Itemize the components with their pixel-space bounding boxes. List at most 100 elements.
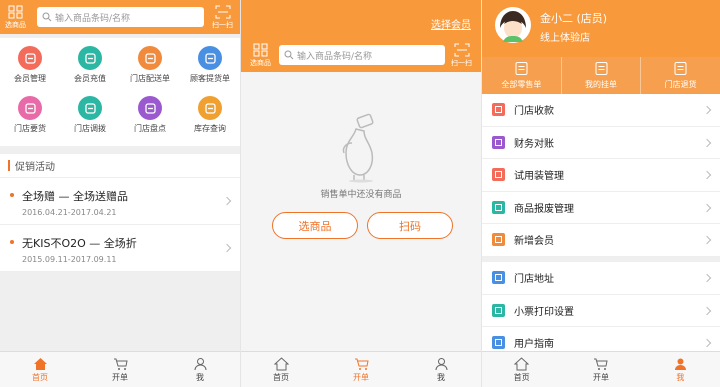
search-input[interactable]: 输入商品条码/名称 xyxy=(37,7,204,27)
menu-item[interactable]: 财务对账 xyxy=(482,127,720,159)
grid-item[interactable]: 顾客提货单 xyxy=(180,46,240,92)
promo-title: 促销活动 xyxy=(15,162,55,173)
promo-item-date: 2016.04.21-2017.04.21 xyxy=(22,208,117,217)
tab-home[interactable]: 首页 xyxy=(241,352,321,387)
empty-bottle-illustration xyxy=(342,113,374,183)
calendar-icon xyxy=(595,62,607,75)
stat-label: 门店退货 xyxy=(664,80,697,89)
receipt-icon xyxy=(198,46,222,70)
scan-icon xyxy=(215,5,230,19)
promo-item[interactable]: 全场赠 — 全场送赠品 2016.04.21-2017.04.21 xyxy=(0,178,240,225)
menu-item[interactable]: 商品报废管理 xyxy=(482,192,720,224)
chevron-right-icon xyxy=(702,170,712,180)
grid-item[interactable]: 门店调拨 xyxy=(60,96,120,142)
tab-home[interactable]: 首页 xyxy=(482,352,561,387)
menu-item-icon xyxy=(492,168,505,182)
menu-item-icon xyxy=(492,233,505,247)
avatar xyxy=(495,7,531,43)
tab-order[interactable]: 开单 xyxy=(80,352,160,387)
chevron-right-icon xyxy=(702,203,712,212)
return-icon xyxy=(674,62,687,75)
promo-item[interactable]: 无KIS不O2O — 全场折 2015.09.11-2017.09.11 xyxy=(0,225,240,272)
card-icon xyxy=(78,46,102,70)
user-name: 金小二 (店员) xyxy=(540,12,608,25)
search-input[interactable]: 输入商品条码/名称 xyxy=(279,45,445,65)
cart-icon xyxy=(113,358,128,370)
menu-item[interactable]: 新增会员 xyxy=(482,224,720,257)
scan-code-outline-button[interactable]: 扫码 xyxy=(367,212,453,239)
promo-item-title: 全场赠 — 全场送赠品 xyxy=(22,190,128,203)
tab-order[interactable]: 开单 xyxy=(321,352,401,387)
grid-item-label: 顾客提货单 xyxy=(190,74,230,83)
choose-member-link[interactable]: 选择会员 xyxy=(431,16,471,31)
grid-icon xyxy=(253,43,267,57)
select-goods-outline-button[interactable]: 选商品 xyxy=(272,212,358,239)
tab-me[interactable]: 我 xyxy=(160,352,240,387)
profile-screen: 金小二 (店员) 线上体验店 全部零售单 我的挂单 门店退货 门店收款财务对账 试用装… xyxy=(482,0,720,387)
promo-item-title: 无KIS不O2O — 全场折 xyxy=(22,237,137,250)
grid-item-label: 会员充值 xyxy=(74,74,106,83)
menu-item[interactable]: 门店地址 xyxy=(482,262,720,295)
promo-item-date: 2015.09.11-2017.09.11 xyxy=(22,255,117,264)
home-screen: 选商品 输入商品条码/名称 扫一扫 会员管理 会员充值 门店配送单 顾客提货单门店要货… xyxy=(0,0,240,387)
grid-item-label: 门店盘点 xyxy=(134,124,166,133)
grid-item[interactable]: 门店要货 xyxy=(0,96,60,142)
search-icon xyxy=(42,12,52,22)
tab-bar: 首页 开单 我 xyxy=(0,351,240,387)
home-icon xyxy=(514,356,530,370)
profile-header: 金小二 (店员) 线上体验店 xyxy=(482,0,720,57)
grid-item[interactable]: 会员充值 xyxy=(60,46,120,92)
grid-item[interactable]: 会员管理 xyxy=(0,46,60,92)
tab-order[interactable]: 开单 xyxy=(561,352,640,387)
menu-item[interactable]: 门店收款 xyxy=(482,94,720,127)
menu-item-icon xyxy=(492,103,505,117)
stat-item[interactable]: 全部零售单 xyxy=(482,57,562,94)
transfer-icon xyxy=(78,96,102,120)
stat-label: 我的挂单 xyxy=(585,80,617,89)
scan-button[interactable]: 扫一扫 xyxy=(451,43,472,68)
inventory-icon xyxy=(138,96,162,120)
search-icon xyxy=(284,50,294,60)
tab-bar: 首页 开单 我 xyxy=(482,351,720,387)
stat-label: 全部零售单 xyxy=(501,80,542,89)
select-goods-button[interactable]: 选商品 xyxy=(250,43,271,68)
grid-item-label: 门店要货 xyxy=(14,124,46,133)
tab-me[interactable]: 我 xyxy=(641,352,720,387)
menu-item-icon xyxy=(492,303,505,317)
grid-item-label: 门店调拨 xyxy=(74,124,106,133)
cart-icon xyxy=(594,358,609,370)
menu-item-label: 用户指南 xyxy=(514,339,554,351)
grid-item-label: 会员管理 xyxy=(14,74,46,83)
doc-icon xyxy=(515,62,528,75)
menu-item-label: 门店收款 xyxy=(514,106,554,118)
grid-item[interactable]: 库存查询 xyxy=(180,96,240,142)
menu-item-icon xyxy=(492,200,505,214)
grid-item-label: 门店配送单 xyxy=(130,74,170,83)
grid-item[interactable]: 门店盘点 xyxy=(120,96,180,142)
home-header: 选商品 输入商品条码/名称 扫一扫 xyxy=(0,0,240,34)
menu-item[interactable]: 小票打印设置 xyxy=(482,295,720,327)
chevron-right-icon xyxy=(702,235,712,245)
empty-cart-text: 销售单中还没有商品 xyxy=(320,190,402,200)
stat-item[interactable]: 门店退货 xyxy=(641,57,720,94)
promo-header: 促销活动 xyxy=(0,154,240,178)
tab-home[interactable]: 首页 xyxy=(0,352,80,387)
box-icon xyxy=(18,96,42,120)
stat-item[interactable]: 我的挂单 xyxy=(562,57,642,94)
grid-item[interactable]: 门店配送单 xyxy=(120,46,180,92)
menu-item[interactable]: 试用装管理 xyxy=(482,159,720,192)
bullet-dot xyxy=(10,240,14,244)
select-goods-button[interactable]: 选商品 xyxy=(5,5,26,30)
menu-item-icon xyxy=(492,271,505,285)
menu-item-icon xyxy=(492,135,505,149)
bullet-dot xyxy=(10,193,14,197)
search-stock-icon xyxy=(198,96,222,120)
user-icon xyxy=(194,357,206,370)
tab-me[interactable]: 我 xyxy=(401,352,481,387)
home-icon xyxy=(33,357,47,370)
order-screen: 选择会员 选商品 输入商品条码/名称 扫一扫 销售单中还没有商品 选商品 扫码 … xyxy=(241,0,481,387)
chevron-right-icon xyxy=(702,138,712,147)
scan-button[interactable]: 扫一扫 xyxy=(212,5,233,30)
function-grid: 会员管理 会员充值 门店配送单 顾客提货单门店要货 门店调拨 门店盘点 库存查询 xyxy=(0,38,240,146)
user-icon xyxy=(674,358,686,370)
